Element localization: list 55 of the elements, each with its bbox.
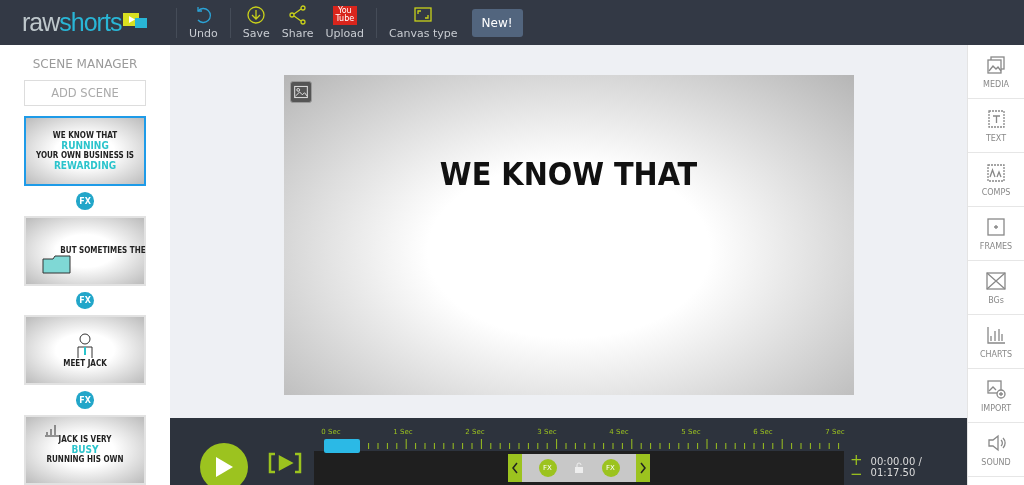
clip-left-button[interactable] [508, 454, 522, 482]
scene-text: REWARDING [53, 160, 117, 171]
scene-thumbnail[interactable]: BUT SOMETIMES THE [24, 215, 146, 286]
scene-text: BUT SOMETIMES THE [60, 246, 146, 255]
new-tooltip: New! [471, 8, 523, 37]
total-time: 01:17.50 [870, 467, 917, 478]
playhead-handle[interactable] [324, 439, 360, 453]
transition-fx-button[interactable]: FX [76, 291, 94, 310]
chevron-left-icon [511, 462, 519, 474]
scene-text: WE KNOW THAT [52, 131, 118, 140]
zoom-out-button[interactable]: − [850, 467, 863, 481]
save-button[interactable]: Save [236, 3, 276, 42]
bar-chart-icon [985, 324, 1007, 345]
scene-heading: WE KNOW THAT [439, 155, 698, 195]
transition-fx-button[interactable]: FX [76, 192, 94, 210]
current-time: 00:00.00 / [870, 456, 922, 467]
bracket-play-icon [268, 452, 302, 474]
images-icon [985, 54, 1007, 75]
scene-text: MEET JACK [63, 359, 107, 368]
play-button[interactable] [200, 443, 248, 485]
scene-thumbnail[interactable]: JACK IS VERY BUSY RUNNING HIS OWN [24, 415, 146, 485]
canvas-button[interactable]: Canvas type [383, 3, 464, 42]
zoom-in-button[interactable]: + [850, 453, 863, 467]
panel-title: SCENE MANAGER [32, 57, 138, 71]
add-scene-button[interactable]: ADD SCENE [24, 80, 146, 107]
font-box-icon [985, 162, 1007, 183]
bar-chart-drawing [44, 423, 60, 437]
clip-right-button[interactable] [636, 454, 650, 482]
transition-fx-button[interactable]: FX [76, 391, 94, 409]
scene-text: BUSY [71, 445, 99, 455]
background-icon [985, 270, 1007, 291]
scene-thumbnail[interactable]: WE KNOW THAT RUNNING YOUR OWN BUSINESS IS REWARDING [24, 116, 146, 187]
image-add-icon [985, 378, 1007, 399]
scene-text: RUNNING [61, 140, 109, 151]
canvas-icon [412, 5, 435, 25]
man-drawing [74, 332, 96, 359]
folder-drawing [42, 253, 72, 274]
scene-text: JACK IS VERY [58, 436, 112, 444]
image-icon [292, 85, 309, 99]
scene-thumbnail[interactable]: MEET JACK [24, 315, 146, 386]
upload-button[interactable]: You Tube Upload [319, 3, 371, 42]
chevron-right-icon [639, 462, 647, 474]
rawshorts-logo: rawshorts [0, 8, 170, 37]
frame-icon [985, 216, 1007, 237]
scene-text: RUNNING HIS OWN [46, 456, 124, 464]
speaker-icon [985, 432, 1007, 453]
play-icon [214, 456, 234, 478]
text-box-icon [985, 108, 1007, 129]
undo-button[interactable]: Undo [183, 3, 224, 42]
download-icon [245, 5, 268, 25]
video-badge-icon: You Tube [332, 5, 357, 25]
share-icon [286, 5, 309, 25]
scene-text: YOUR OWN BUSINESS IS [36, 151, 134, 160]
share-button[interactable]: Share [275, 3, 320, 42]
image-button[interactable] [289, 81, 312, 103]
